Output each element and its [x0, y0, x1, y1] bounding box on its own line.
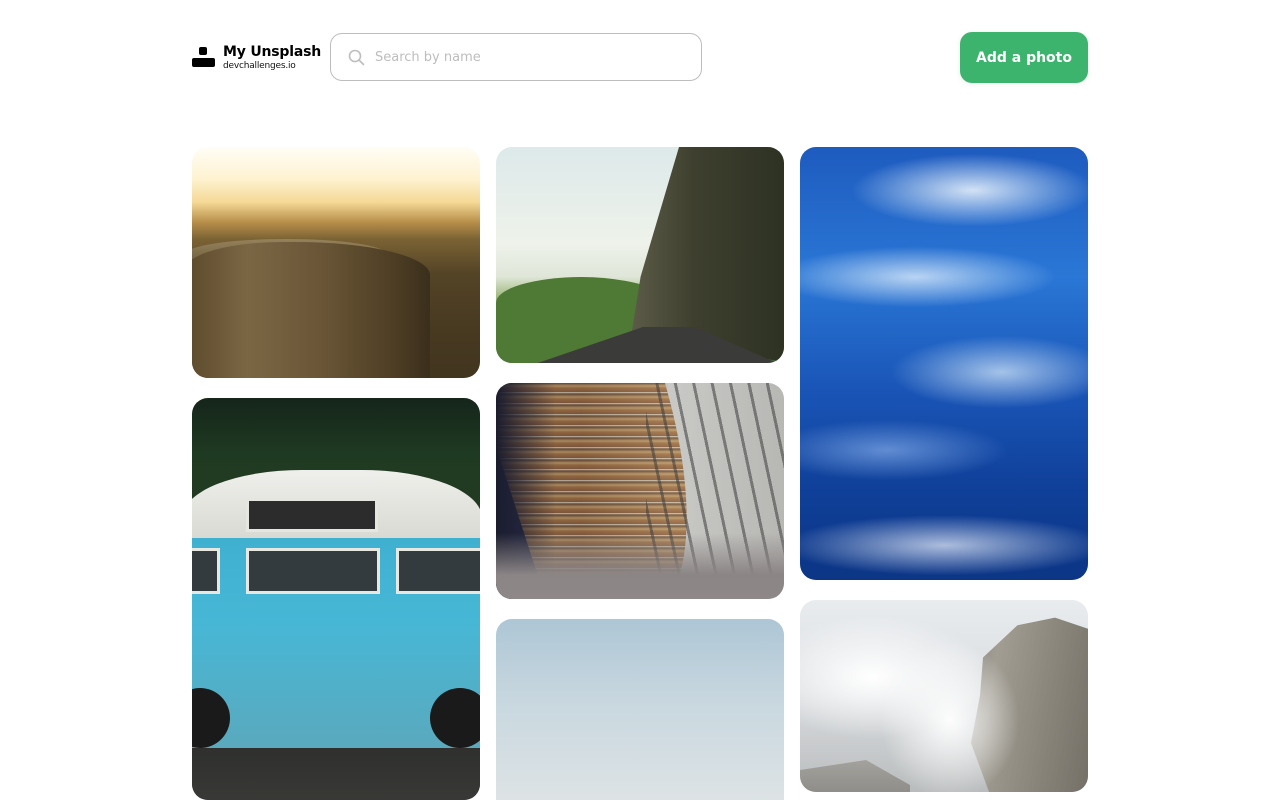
photo-tree-stump[interactable] [192, 147, 480, 378]
photo-camper-van[interactable] [192, 398, 480, 800]
search-input[interactable] [375, 49, 675, 65]
logo[interactable]: My Unsplash devchallenges.io [192, 42, 321, 74]
logo-text: My Unsplash devchallenges.io [223, 45, 321, 71]
photo-ocean-waves[interactable] [800, 147, 1088, 580]
photo-sky[interactable] [496, 619, 784, 800]
photo-cliff-road[interactable] [496, 147, 784, 363]
search-icon [348, 48, 366, 66]
photo-misty-mountain[interactable] [800, 600, 1088, 792]
logo-title: My Unsplash [223, 44, 321, 60]
logo-subtitle: devchallenges.io [223, 61, 296, 71]
search-box[interactable] [330, 33, 702, 81]
add-photo-button[interactable]: Add a photo [960, 32, 1088, 83]
user-icon [192, 47, 215, 69]
photo-library[interactable] [496, 383, 784, 599]
page: My Unsplash devchallenges.io Add a photo [0, 0, 1280, 800]
